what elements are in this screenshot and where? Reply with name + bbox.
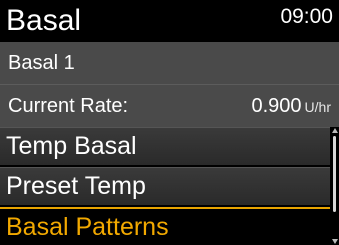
scrollbar-thumb[interactable] [333,136,336,212]
current-rate-unit: U/hr [304,99,331,115]
menu-item-temp-basal[interactable]: Temp Basal [0,127,330,165]
triangle-up-icon [332,128,338,133]
menu-item-basal-patterns[interactable]: Basal Patterns [0,207,330,245]
menu-item-label: Basal Patterns [6,213,169,241]
clock-time: 09:00 [280,5,333,28]
menu-item-label: Preset Temp [6,172,146,200]
current-rate-value: 0.900 [251,95,302,117]
current-rate-label: Current Rate: [8,95,129,117]
screen-title: Basal [6,4,82,37]
basal-info-panel: Basal 1 Current Rate: 0.900 U/hr [0,42,339,127]
pattern-row: Basal 1 [0,42,339,85]
screen-header: Basal 09:00 [0,0,339,42]
current-rate-row: Current Rate: 0.900 U/hr [0,85,339,127]
basal-menu: Temp Basal Preset Temp Basal Patterns [0,127,330,245]
active-pattern-name: Basal 1 [8,52,75,74]
menu-item-label: Temp Basal [6,132,137,160]
menu-item-preset-temp[interactable]: Preset Temp [0,167,330,205]
current-rate-readout: 0.900 U/hr [251,93,331,120]
triangle-down-icon [332,239,338,244]
menu-scrollbar[interactable] [331,128,339,245]
